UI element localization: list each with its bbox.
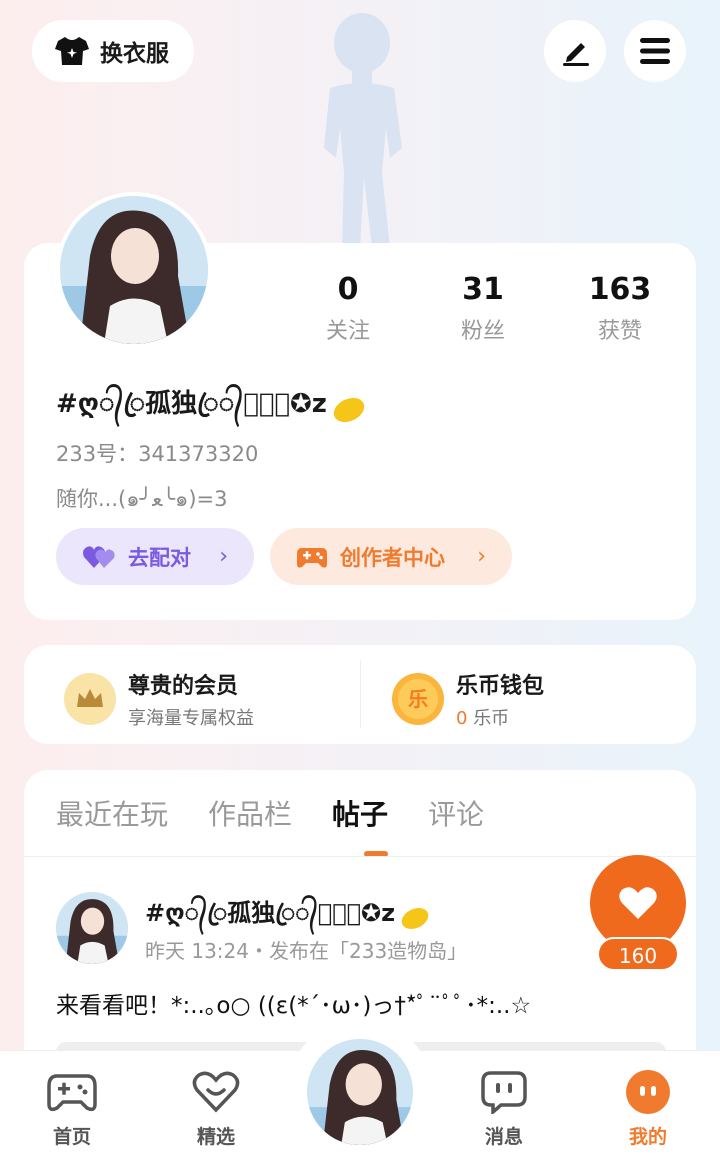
nav-featured[interactable]: 精选 (176, 1068, 256, 1149)
nav-avatar-center[interactable] (304, 1036, 416, 1148)
stat-label: 粉丝 (460, 319, 505, 344)
pencil-icon (563, 43, 589, 66)
chevron-right-icon: › (219, 544, 228, 569)
wardrobe-button[interactable]: 换衣服 (32, 20, 194, 82)
tab-comments[interactable]: 评论 (428, 793, 484, 833)
nav-messages[interactable]: 消息 (464, 1068, 544, 1149)
avatar[interactable] (56, 192, 212, 348)
vip-divider (360, 660, 361, 728)
stat-value: 0 (337, 272, 359, 307)
menu-button[interactable] (624, 20, 686, 82)
nav-profile[interactable]: 我的 (608, 1068, 688, 1149)
post-avatar[interactable] (56, 892, 128, 964)
like-count: 160 (597, 937, 679, 971)
heart-icon (619, 887, 657, 919)
nav-home[interactable]: 首页 (32, 1068, 112, 1149)
stat-label: 关注 (325, 319, 370, 344)
stat-value: 31 (462, 272, 504, 307)
coin-icon: 乐 (392, 673, 444, 725)
lemon-emoji-icon (398, 903, 432, 933)
message-icon (481, 1071, 527, 1114)
wallet-title: 乐币钱包 (456, 674, 545, 699)
member-entry[interactable]: 尊贵的会员 享海量专属权益 (64, 668, 254, 730)
user-id: 233号：341373320 (56, 442, 259, 466)
username: #ღ᭄ꦿ孤独ꦿ᭄ঔৣ⃟✪z (56, 383, 369, 436)
match-label: 去配对 (128, 545, 191, 570)
nav-messages-label: 消息 (484, 1126, 523, 1148)
creator-label: 创作者中心 (340, 545, 445, 570)
match-button[interactable]: 去配对 › (56, 528, 254, 585)
wallet-balance-row: 0 乐币 (456, 704, 544, 730)
tab-posts[interactable]: 帖子 (332, 793, 388, 833)
heart-chat-icon (192, 1071, 240, 1113)
avatar-illustration (56, 892, 128, 964)
post-text[interactable]: 来看看吧！*:..｡o○ ((ε(*´･ω･)っ†*ﾟ¨ﾟﾟ･*:..☆ (56, 986, 531, 1020)
tshirt-icon (55, 37, 89, 65)
username-text: #ღ᭄ꦿ孤独ꦿ᭄ঔৣ⃟✪z (56, 389, 327, 419)
stat-label: 获赞 (597, 319, 642, 344)
coin-glyph: 乐 (398, 679, 438, 719)
gamepad-icon (47, 1074, 97, 1112)
wallet-unit: 乐币 (473, 708, 510, 729)
wallet-balance: 0 (456, 708, 468, 729)
tab-divider (24, 856, 696, 857)
content-tabs: 最近在玩 作品栏 帖子 评论 (56, 793, 484, 833)
profile-face-icon (626, 1070, 670, 1114)
tab-recent[interactable]: 最近在玩 (56, 793, 168, 833)
stat-likes[interactable]: 163 获赞 (560, 272, 680, 345)
nav-featured-label: 精选 (196, 1126, 235, 1148)
wardrobe-label: 换衣服 (100, 41, 169, 67)
chevron-right-icon: › (477, 544, 486, 569)
stat-followers[interactable]: 31 粉丝 (423, 272, 543, 345)
nav-home-label: 首页 (52, 1126, 91, 1148)
lemon-emoji-icon (329, 392, 369, 427)
avatar-figure-silhouette (324, 13, 402, 248)
member-title: 尊贵的会员 (128, 674, 239, 699)
avatar-illustration (60, 196, 208, 344)
edit-button[interactable] (544, 20, 606, 82)
hamburger-menu-icon (640, 38, 670, 64)
nav-profile-label: 我的 (628, 1126, 667, 1148)
stat-value: 163 (588, 272, 652, 307)
creator-center-button[interactable]: 创作者中心 › (270, 528, 512, 585)
bio: 随你...(๑╯ﻌ╰๑)=3 (56, 487, 228, 511)
tab-works[interactable]: 作品栏 (208, 793, 292, 833)
gamepad-icon (297, 547, 327, 568)
member-subtitle: 享海量专属权益 (128, 708, 254, 729)
double-heart-icon (83, 545, 115, 568)
post-meta: 昨天 13:24・发布在「233造物岛」 (145, 939, 468, 963)
stat-following[interactable]: 0 关注 (288, 272, 408, 345)
crown-icon (64, 673, 116, 725)
wallet-entry[interactable]: 乐 乐币钱包 0 乐币 (392, 668, 544, 730)
